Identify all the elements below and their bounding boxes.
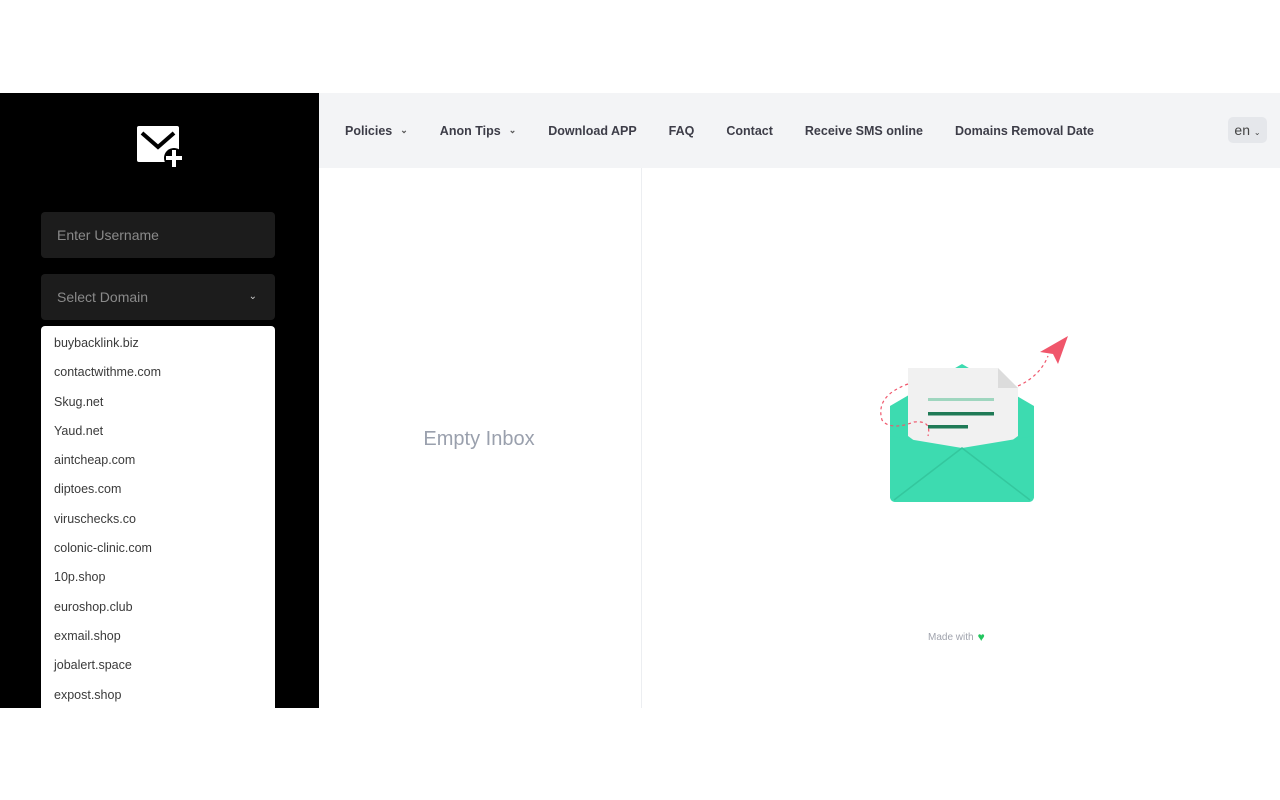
nav-label: Anon Tips — [439, 123, 501, 138]
domain-option[interactable]: expost.shop — [41, 681, 275, 708]
chevron-down-icon: ⌄ — [508, 125, 517, 135]
chevron-down-icon: ⌄ — [248, 291, 257, 302]
username-placeholder: Enter Username — [57, 227, 159, 243]
envelope-illustration-icon — [870, 336, 1070, 511]
domain-option[interactable]: diptoes.com — [41, 475, 275, 504]
nav-policies[interactable]: Policies ⌄ — [345, 124, 408, 138]
domain-option[interactable]: colonic-clinic.com — [41, 534, 275, 563]
domain-option[interactable]: contactwithme.com — [41, 358, 275, 387]
nav-domains-removal-date[interactable]: Domains Removal Date — [955, 124, 1094, 138]
mail-plus-icon[interactable] — [136, 125, 184, 169]
made-with-text: Made with — [928, 631, 974, 643]
domain-option[interactable]: aintcheap.com — [41, 446, 275, 475]
sidebar: Enter Username Select Domain ⌄ buybackli… — [0, 93, 319, 708]
domain-option[interactable]: jobalert.space — [41, 651, 275, 680]
nav-label: Policies — [345, 123, 393, 138]
domain-option[interactable]: Yaud.net — [41, 417, 275, 446]
language-selector[interactable]: en ⌄ — [1228, 117, 1267, 143]
nav-anon-tips[interactable]: Anon Tips ⌄ — [440, 124, 516, 138]
top-navbar: Policies ⌄ Anon Tips ⌄ Download APP FAQ … — [319, 93, 1280, 168]
heart-icon: ♥ — [977, 630, 985, 644]
empty-inbox-text: Empty Inbox — [423, 428, 535, 450]
domain-dropdown: buybacklink.biz contactwithme.com Skug.n… — [41, 326, 275, 708]
domain-option[interactable]: exmail.shop — [41, 622, 275, 651]
nav-download-app[interactable]: Download APP — [548, 124, 636, 138]
language-label: en — [1234, 122, 1250, 138]
domain-option[interactable]: 10p.shop — [41, 563, 275, 592]
domain-option[interactable]: euroshop.club — [41, 593, 275, 622]
chevron-down-icon: ⌄ — [1253, 128, 1261, 137]
nav-contact[interactable]: Contact — [726, 124, 773, 138]
domain-select[interactable]: Select Domain ⌄ — [41, 274, 275, 320]
domain-option[interactable]: viruschecks.co — [41, 505, 275, 534]
domain-option[interactable]: buybacklink.biz — [41, 329, 275, 358]
chevron-down-icon: ⌄ — [400, 125, 408, 135]
message-view-pane: Made with ♥ — [642, 168, 1280, 708]
domain-option[interactable]: Skug.net — [41, 388, 275, 417]
domain-select-label: Select Domain — [57, 289, 149, 305]
app: Enter Username Select Domain ⌄ buybackli… — [0, 93, 1280, 708]
username-input[interactable]: Enter Username — [41, 212, 275, 258]
nav-faq[interactable]: FAQ — [669, 124, 695, 138]
nav-menu: Policies ⌄ Anon Tips ⌄ Download APP FAQ … — [345, 93, 1126, 168]
made-with-footer: Made with ♥ — [928, 630, 985, 644]
nav-receive-sms[interactable]: Receive SMS online — [805, 124, 923, 138]
message-list-pane: Empty Inbox — [319, 168, 642, 708]
